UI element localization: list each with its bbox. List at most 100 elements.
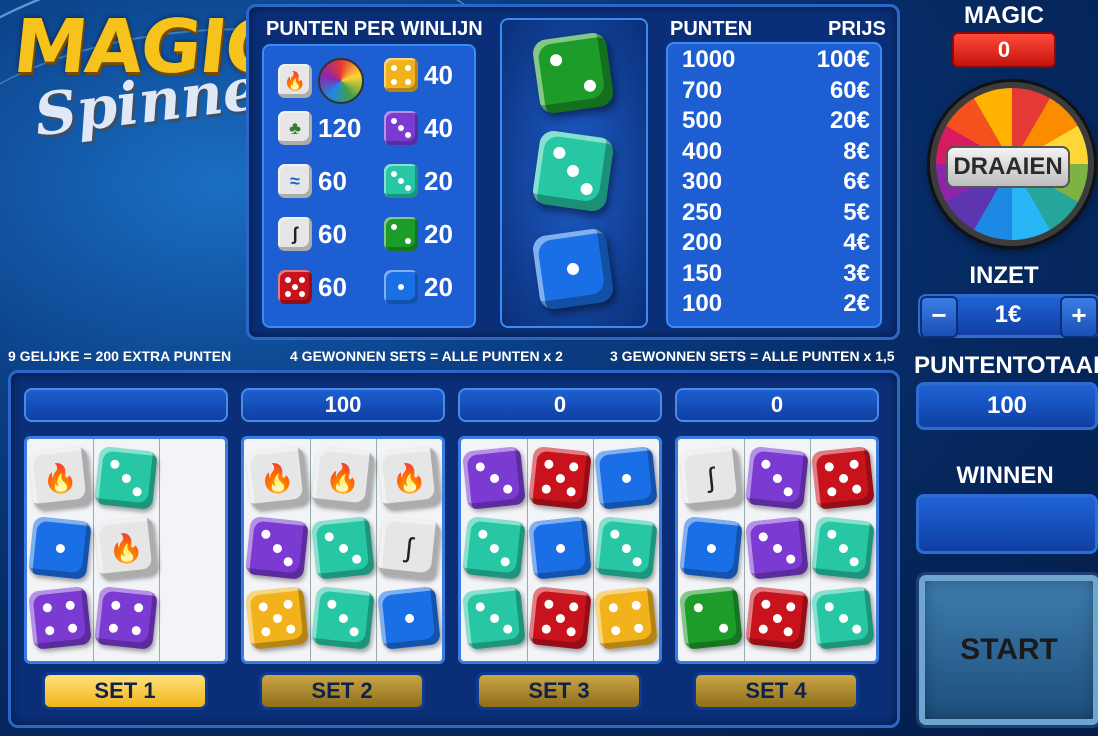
die-pip — [633, 623, 644, 634]
grid-divider — [159, 439, 160, 661]
die-pip — [500, 557, 511, 567]
points-value: 20 — [424, 271, 453, 302]
points-row-left: ♣ 120 — [278, 111, 361, 145]
die-pip — [632, 557, 643, 567]
purple-die-icon — [384, 111, 418, 145]
paytable-prize-header: PRIJS — [828, 18, 886, 40]
die-pip — [272, 613, 282, 623]
die-pip — [398, 284, 404, 290]
grid-divider — [810, 439, 811, 661]
set-button-4[interactable]: SET 4 — [693, 672, 859, 710]
points-row-left: ≈60 — [278, 164, 347, 198]
die-pip — [110, 600, 121, 611]
die-pip — [258, 601, 268, 612]
blue-die-icon — [28, 516, 92, 580]
paytable-points: 1000 — [682, 46, 736, 73]
die-symbol: 🔥 — [324, 460, 362, 496]
start-button[interactable]: START — [916, 572, 1098, 728]
flame-die-icon: 🔥 — [94, 516, 158, 580]
die-pip — [609, 529, 620, 539]
bet-increase-button[interactable]: + — [1060, 296, 1098, 338]
die-symbol: 🔥 — [390, 460, 428, 496]
die-pip — [786, 554, 796, 565]
die-pip — [405, 185, 412, 192]
set-score-2: 100 — [241, 388, 445, 422]
paytable-points: 200 — [682, 229, 723, 256]
die-pip — [349, 627, 360, 637]
die-pip — [549, 53, 564, 68]
total-label: PUNTENTOTAAL — [914, 352, 1098, 379]
paytable-prize: 5€ — [843, 198, 870, 226]
bet-value: 1€ — [994, 301, 1022, 328]
die-pip — [503, 484, 513, 495]
purple-die-icon — [462, 446, 526, 510]
paytable-row: 1000 100€ — [682, 46, 870, 74]
die-pip — [42, 602, 53, 613]
die-pip — [489, 473, 499, 483]
die-pip — [404, 65, 411, 72]
water-die-icon: ≈ — [278, 164, 312, 198]
die-pip — [555, 473, 565, 483]
die-pip — [569, 601, 579, 612]
die-pip — [391, 224, 398, 231]
die-pip — [398, 178, 404, 184]
bet-decrease-button[interactable]: − — [920, 296, 958, 338]
blue-die-icon — [594, 446, 658, 510]
die-pip — [608, 602, 619, 613]
points-row-right: 20 — [384, 270, 453, 304]
die-pip — [569, 461, 579, 472]
die-pip — [693, 602, 704, 613]
grid-divider — [376, 439, 377, 661]
yellow-die-icon — [384, 58, 418, 92]
paytable-points: 150 — [682, 259, 723, 287]
paytable-prize: 4€ — [843, 229, 870, 256]
set-grid-1: 🔥 🔥 — [24, 436, 228, 664]
red-die-icon — [811, 446, 875, 510]
die-pip — [566, 262, 580, 276]
die-symbol: ʃ — [706, 461, 716, 494]
set-button-1[interactable]: SET 1 — [42, 672, 208, 710]
blue-die-icon — [384, 270, 418, 304]
die-pip — [272, 543, 282, 553]
paytable-prize: 20€ — [829, 107, 870, 134]
points-row-right: 40 — [384, 58, 453, 92]
die-pip — [824, 601, 834, 612]
die-pip — [580, 182, 594, 197]
reel-die — [531, 31, 615, 115]
teal-die-icon — [811, 586, 875, 650]
die-pip — [352, 554, 362, 565]
teal-die-icon — [462, 586, 526, 650]
paytable-prize: 2€ — [843, 290, 870, 317]
die-pip — [398, 125, 404, 131]
red-die-icon — [528, 446, 592, 510]
die-pip — [283, 557, 294, 567]
paytable-row: 100 2€ — [682, 290, 870, 318]
set-button-3[interactable]: SET 3 — [476, 672, 642, 710]
spin-wheel-button[interactable]: DRAAIEN — [946, 146, 1070, 188]
teal-die-icon — [462, 516, 526, 580]
flame-die-icon: 🔥 — [311, 446, 375, 510]
die-pip — [566, 164, 580, 178]
points-value: 40 — [424, 112, 453, 143]
teal-die-icon — [384, 164, 418, 198]
red-die-icon — [278, 270, 312, 304]
grid-divider — [593, 439, 594, 661]
die-pip — [760, 599, 771, 609]
wind-die-icon: ʃ — [278, 217, 312, 251]
die-pip — [292, 284, 298, 290]
paytable-points: 700 — [682, 76, 723, 104]
teal-die-icon — [94, 446, 158, 510]
magic-label: MAGIC — [964, 2, 1044, 29]
total-value: 100 — [916, 382, 1098, 430]
die-pip — [338, 613, 348, 623]
die-symbol: ≈ — [290, 170, 300, 191]
set-button-2[interactable]: SET 2 — [259, 672, 425, 710]
win-label: WINNEN — [956, 462, 1054, 489]
flame-die-icon: 🔥 — [377, 446, 441, 510]
info-nine-equal: 9 GELIJKE = 200 EXTRA PUNTEN — [8, 348, 232, 364]
set-grid-4: ʃ — [675, 436, 879, 664]
die-pip — [621, 543, 631, 553]
points-value: 120 — [318, 112, 362, 143]
points-value: 40 — [424, 59, 453, 90]
info-four-sets: 4 GEWONNEN SETS = ALLE PUNTEN x 2 — [290, 348, 563, 364]
